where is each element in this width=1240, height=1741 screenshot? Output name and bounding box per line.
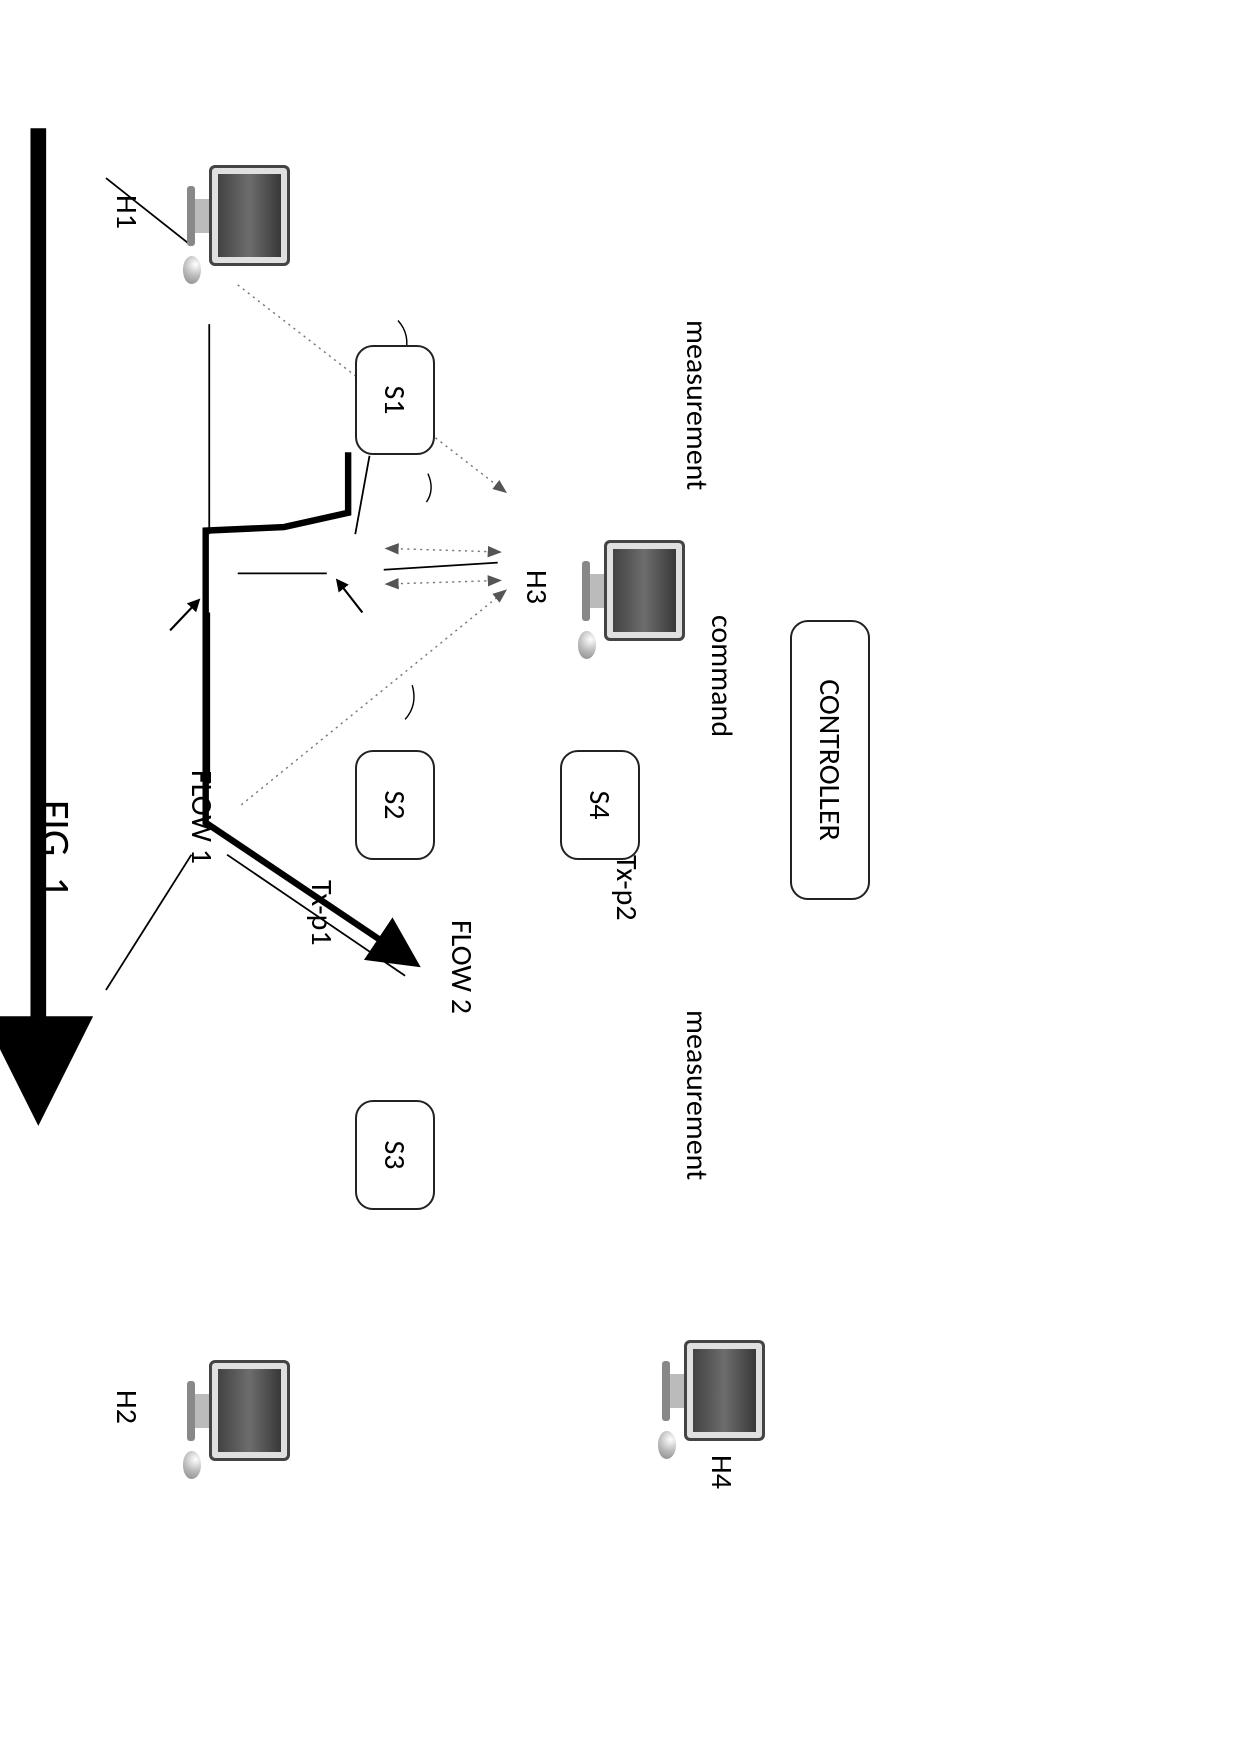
switch-s3: S3 bbox=[355, 1100, 435, 1210]
measurement-left-label: measurement bbox=[678, 320, 715, 490]
host-h4 bbox=[662, 1340, 765, 1441]
s4-label: S4 bbox=[582, 791, 619, 820]
measurement-right-label: measurement bbox=[678, 1010, 715, 1180]
host-h3 bbox=[582, 540, 685, 641]
switch-s1: S1 bbox=[355, 345, 435, 455]
h4-label: H4 bbox=[703, 1455, 740, 1489]
h2-label: H2 bbox=[108, 1390, 145, 1424]
controller-node: CONTROLLER bbox=[790, 620, 870, 900]
s2-label: S2 bbox=[377, 791, 414, 820]
h1-label: H1 bbox=[108, 195, 145, 229]
tx-p2-label: Tx-p2 bbox=[608, 855, 645, 921]
host-h2 bbox=[187, 1360, 290, 1461]
switch-s4: S4 bbox=[560, 750, 640, 860]
controller-label: CONTROLLER bbox=[812, 679, 849, 841]
command-label: command bbox=[703, 615, 740, 737]
switch-s2: S2 bbox=[355, 750, 435, 860]
host-h1 bbox=[187, 165, 290, 266]
flow1-label: FLOW 1 bbox=[183, 770, 220, 864]
s3-label: S3 bbox=[377, 1141, 414, 1170]
flow2-label: FLOW 2 bbox=[443, 920, 480, 1014]
h3-label: H3 bbox=[518, 570, 555, 604]
s1-label: S1 bbox=[377, 386, 414, 415]
tx-p1-label: Tx-p1 bbox=[303, 880, 340, 946]
